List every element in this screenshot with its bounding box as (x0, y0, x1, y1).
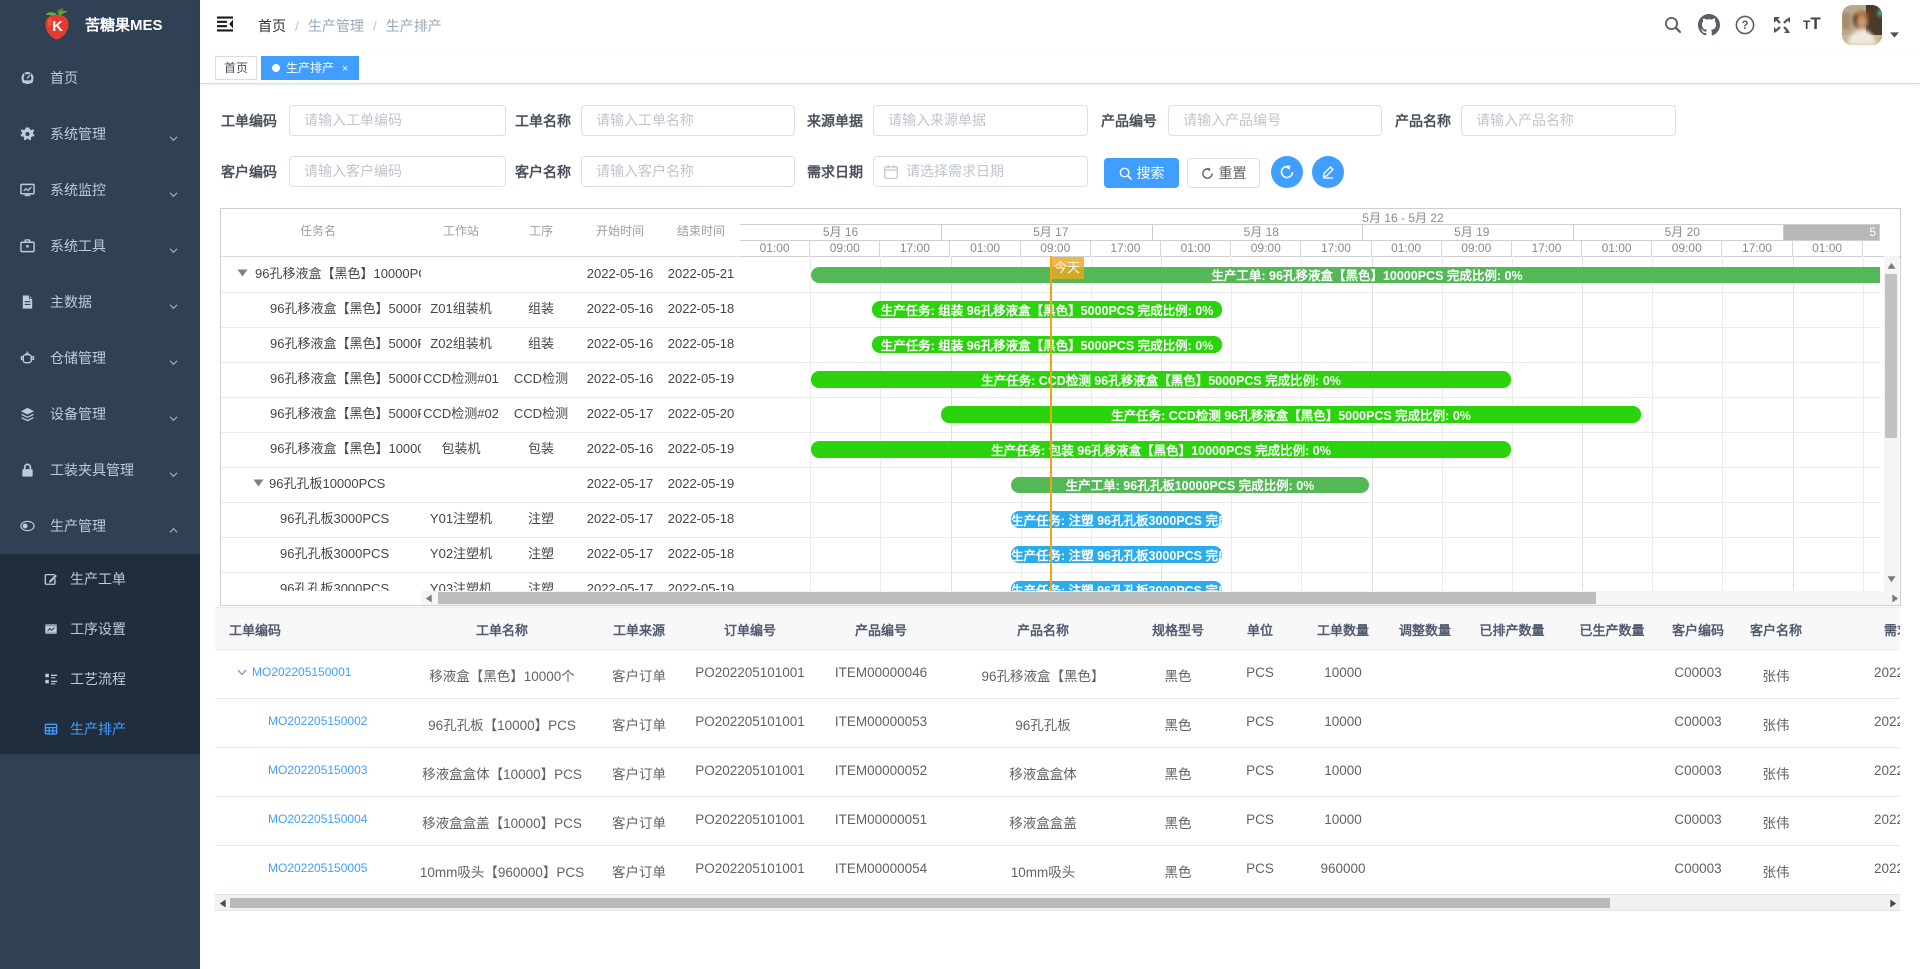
svg-text:?: ? (1741, 20, 1748, 32)
svg-text:K: K (52, 18, 63, 35)
